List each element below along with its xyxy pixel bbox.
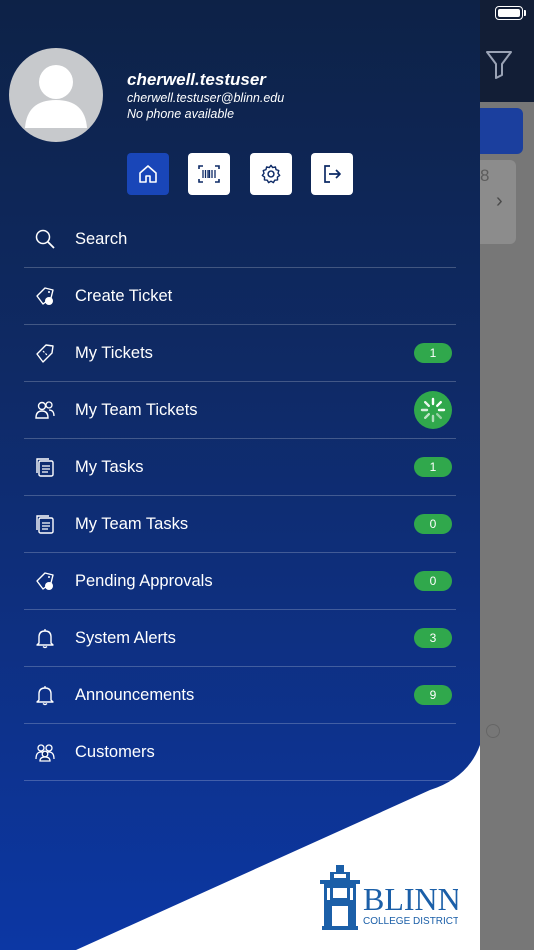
bell-icon <box>36 629 54 649</box>
user-name: cherwell.testuser <box>127 70 266 89</box>
loading-spinner-icon <box>414 391 452 429</box>
menu-item-customers[interactable]: Customers <box>24 724 456 781</box>
svg-text:BLINN: BLINN <box>363 881 458 917</box>
user-phone: No phone available <box>127 107 235 121</box>
gear-icon <box>261 164 281 184</box>
menu-item-search[interactable]: Search <box>24 211 456 268</box>
avatar[interactable] <box>9 48 103 142</box>
count-badge: 0 <box>414 571 452 591</box>
count-badge: 3 <box>414 628 452 648</box>
battery-tip <box>524 10 526 16</box>
user-silhouette-icon <box>25 65 87 128</box>
svg-text:COLLEGE DISTRICT.: COLLEGE DISTRICT. <box>363 916 458 927</box>
battery-icon <box>495 6 523 20</box>
create-ticket-icon <box>36 287 54 305</box>
menu-item-my-tickets[interactable]: My Tickets 1 <box>24 325 456 382</box>
approvals-icon <box>36 572 54 590</box>
blinn-college-logo: BLINN COLLEGE DISTRICT. <box>320 865 458 930</box>
logout-button[interactable] <box>311 153 353 195</box>
filter-icon[interactable] <box>484 48 514 80</box>
menu-item-label: Create Ticket <box>75 287 173 305</box>
menu-item-label: Announcements <box>75 686 195 704</box>
menu-item-label: My Team Tickets <box>75 401 198 419</box>
team-icon <box>35 401 55 419</box>
tasks-icon <box>36 458 54 477</box>
menu-item-label: Search <box>75 230 128 248</box>
navigation-drawer: cherwell.testuser cherwell.testuser@blin… <box>0 0 480 950</box>
menu-item-label: Customers <box>75 743 155 761</box>
drawer-menu: Search Create Ticket My Tickets 1 My Tea… <box>24 211 456 781</box>
count-badge: 9 <box>414 685 452 705</box>
menu-item-system-alerts[interactable]: System Alerts 3 <box>24 610 456 667</box>
count-badge: 1 <box>414 457 452 477</box>
menu-item-label: My Team Tasks <box>75 515 189 533</box>
customers-icon <box>35 744 55 762</box>
logout-icon <box>324 165 341 183</box>
count-badge: 0 <box>414 514 452 534</box>
background-card-number: 8 <box>480 166 490 185</box>
ticket-icon <box>36 344 54 363</box>
barcode-icon <box>198 165 220 183</box>
menu-item-my-tasks[interactable]: My Tasks 1 <box>24 439 456 496</box>
user-email: cherwell.testuser@blinn.edu <box>127 91 285 105</box>
menu-item-label: My Tickets <box>75 344 153 362</box>
bell-icon <box>36 686 54 706</box>
menu-item-create-ticket[interactable]: Create Ticket <box>24 268 456 325</box>
menu-item-my-team-tickets[interactable]: My Team Tickets <box>24 382 456 439</box>
team-tasks-icon <box>36 515 54 534</box>
background-action-button[interactable] <box>480 108 523 154</box>
settings-button[interactable] <box>250 153 292 195</box>
menu-item-pending-approvals[interactable]: Pending Approvals 0 <box>24 553 456 610</box>
count-badge: 1 <box>414 343 452 363</box>
menu-item-label: System Alerts <box>75 629 176 647</box>
home-button[interactable] <box>127 153 169 195</box>
chevron-right-icon: › <box>496 190 503 212</box>
menu-item-announcements[interactable]: Announcements 9 <box>24 667 456 724</box>
search-icon <box>35 229 55 249</box>
home-icon <box>139 165 157 183</box>
menu-item-label: Pending Approvals <box>75 572 213 590</box>
barcode-scan-button[interactable] <box>188 153 230 195</box>
background-dot <box>486 724 500 738</box>
menu-item-label: My Tasks <box>75 458 144 476</box>
menu-item-my-team-tasks[interactable]: My Team Tasks 0 <box>24 496 456 553</box>
